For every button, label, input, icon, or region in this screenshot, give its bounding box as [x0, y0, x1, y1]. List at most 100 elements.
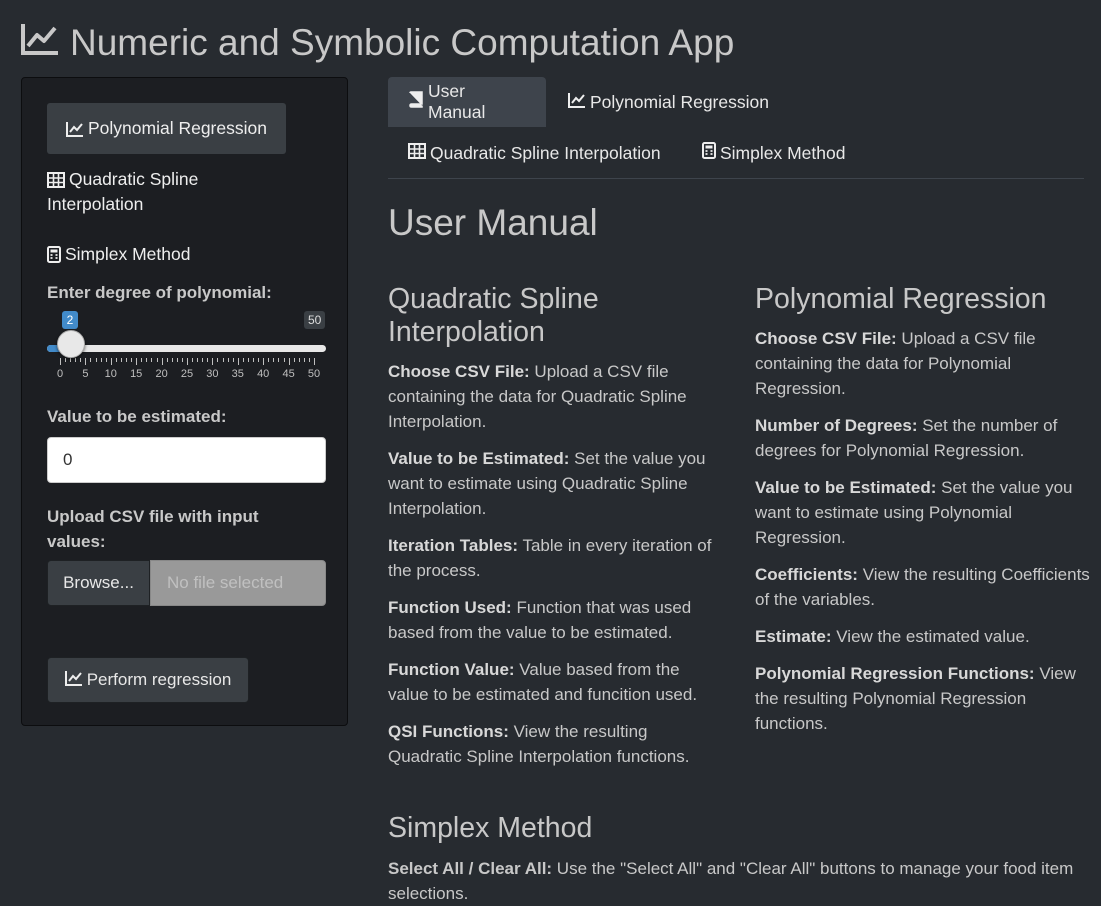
slider-tick	[314, 358, 315, 365]
pr-item-term: Estimate:	[755, 627, 832, 646]
slider-tick	[95, 358, 97, 362]
tab-label: Polynomial Regression	[590, 91, 769, 112]
slider-tick	[85, 358, 87, 365]
tab-label: Quadratic Spline Interpolation	[430, 142, 661, 163]
qsi-item: Choose CSV File: Upload a CSV file conta…	[388, 359, 723, 434]
qsi-item: Function Value: Value based from the val…	[388, 657, 723, 707]
tab-polynomial-regression[interactable]: Polynomial Regression	[548, 77, 789, 127]
tab-simplex-method[interactable]: Simplex Method	[682, 128, 865, 178]
line-chart-icon	[66, 116, 84, 141]
slider-max-label: 50	[304, 311, 326, 329]
file-name-field: No file selected	[150, 560, 326, 606]
degree-label: Enter degree of polynomial:	[47, 283, 272, 302]
slider-tick	[120, 358, 122, 362]
slider-tick-label: 5	[82, 368, 89, 380]
slider-tick-label: 25	[180, 368, 194, 380]
slider-tick	[146, 358, 148, 362]
slider-value-label: 2	[62, 311, 78, 329]
slider-tick	[258, 358, 260, 362]
sidebar-item-quadratic-spline[interactable]: Quadratic Spline Interpolation	[47, 167, 247, 217]
slider-tick	[308, 358, 310, 362]
browse-button[interactable]: Browse...	[47, 560, 150, 606]
simplex-paragraph: Select All / Clear All: Use the "Select …	[388, 856, 1088, 906]
tab-label: Simplex Method	[720, 142, 846, 163]
tab-user-manual[interactable]: User Manual	[388, 77, 546, 127]
slider-tick-label: 50	[307, 368, 321, 380]
slider-tick	[115, 358, 117, 362]
sidebar-item-label: Simplex Method	[65, 244, 191, 264]
slider-tick	[171, 358, 173, 362]
slider-tick	[253, 358, 255, 362]
slider-tick	[202, 358, 204, 362]
slider-tick	[268, 358, 270, 362]
slider-tick	[212, 358, 214, 365]
line-chart-icon	[64, 670, 83, 691]
slider-tick	[141, 358, 143, 362]
pr-item: Estimate: View the estimated value.	[755, 624, 1090, 649]
simplex-heading: Simplex Method	[388, 812, 593, 844]
table-icon	[408, 142, 426, 164]
slider-tick	[136, 358, 138, 365]
tab-quadratic-spline[interactable]: Quadratic Spline Interpolation	[388, 128, 681, 178]
slider-tick	[293, 358, 295, 362]
upload-label: Upload CSV file with input values:	[47, 507, 259, 551]
qsi-item-term: Iteration Tables:	[388, 536, 519, 555]
qsi-item: Iteration Tables: Table in every iterati…	[388, 533, 723, 583]
qsi-item-term: Value to be Estimated:	[388, 449, 570, 468]
calculator-icon	[47, 242, 61, 267]
qsi-item: QSI Functions: View the resulting Quadra…	[388, 719, 723, 769]
pr-item-term: Polynomial Regression Functions:	[755, 664, 1035, 683]
pr-heading: Polynomial Regression	[755, 283, 1047, 315]
qsi-heading: Quadratic Spline Interpolation	[388, 283, 599, 348]
slider-tick	[273, 358, 275, 362]
pr-item-term: Number of Degrees:	[755, 416, 918, 435]
pr-item-term: Coefficients:	[755, 565, 858, 584]
slider-tick	[283, 358, 285, 362]
qsi-item: Function Used: Function that was used ba…	[388, 595, 723, 645]
sidebar-item-polynomial-regression[interactable]: Polynomial Regression	[47, 103, 286, 154]
slider-tick	[110, 358, 112, 365]
slider-tick	[181, 358, 183, 362]
qsi-item-term: QSI Functions:	[388, 722, 509, 741]
pr-section: Polynomial Regression Choose CSV File: U…	[755, 283, 1090, 748]
pr-item: Coefficients: View the resulting Coeffic…	[755, 562, 1090, 612]
tab-label: User Manual	[428, 81, 486, 122]
qsi-items: Choose CSV File: Upload a CSV file conta…	[388, 359, 723, 769]
slider-tick	[207, 358, 209, 362]
degree-slider[interactable]	[47, 345, 326, 352]
tabs-divider	[388, 178, 1084, 179]
perform-label: Perform regression	[86, 670, 232, 689]
slider-tick	[278, 358, 280, 362]
slider-tick-label: 15	[130, 368, 143, 380]
slider-tick	[100, 358, 102, 362]
pr-item: Polynomial Regression Functions: View th…	[755, 661, 1090, 736]
app-title-text: Numeric and Symbolic Computation App	[70, 22, 735, 63]
slider-tick	[242, 358, 244, 362]
perform-regression-button[interactable]: Perform regression	[47, 657, 249, 703]
slider-tick	[222, 358, 224, 362]
sidebar-item-simplex[interactable]: Simplex Method	[47, 242, 190, 267]
estimate-input[interactable]: 0	[47, 437, 326, 483]
qsi-section: Quadratic Spline Interpolation Choose CS…	[388, 283, 723, 781]
pr-item: Value to be Estimated: Set the value you…	[755, 475, 1090, 550]
slider-handle[interactable]	[57, 330, 86, 358]
slider-tick-label: 0	[56, 368, 64, 380]
slider-tick	[80, 358, 82, 362]
slider-tick	[187, 358, 188, 365]
estimate-label: Value to be estimated:	[47, 407, 227, 426]
slider-tick	[298, 358, 300, 362]
slider-tick-label: 20	[155, 368, 168, 380]
pr-item-term: Value to be Estimated:	[755, 478, 937, 497]
slider-tick	[90, 358, 92, 362]
slider-tick	[192, 358, 194, 362]
slider-tick-label: 30	[206, 368, 219, 380]
qsi-item-term: Choose CSV File:	[388, 362, 530, 381]
pr-items: Choose CSV File: Upload a CSV file conta…	[755, 326, 1090, 736]
slider-tick	[166, 358, 168, 362]
slider-tick	[161, 358, 163, 365]
page-title: User Manual	[388, 202, 598, 243]
calculator-icon	[702, 142, 716, 164]
sidebar-panel: Polynomial Regression Quadratic Spline I…	[21, 77, 348, 726]
slider-tick	[217, 358, 219, 362]
line-chart-icon	[568, 92, 586, 113]
